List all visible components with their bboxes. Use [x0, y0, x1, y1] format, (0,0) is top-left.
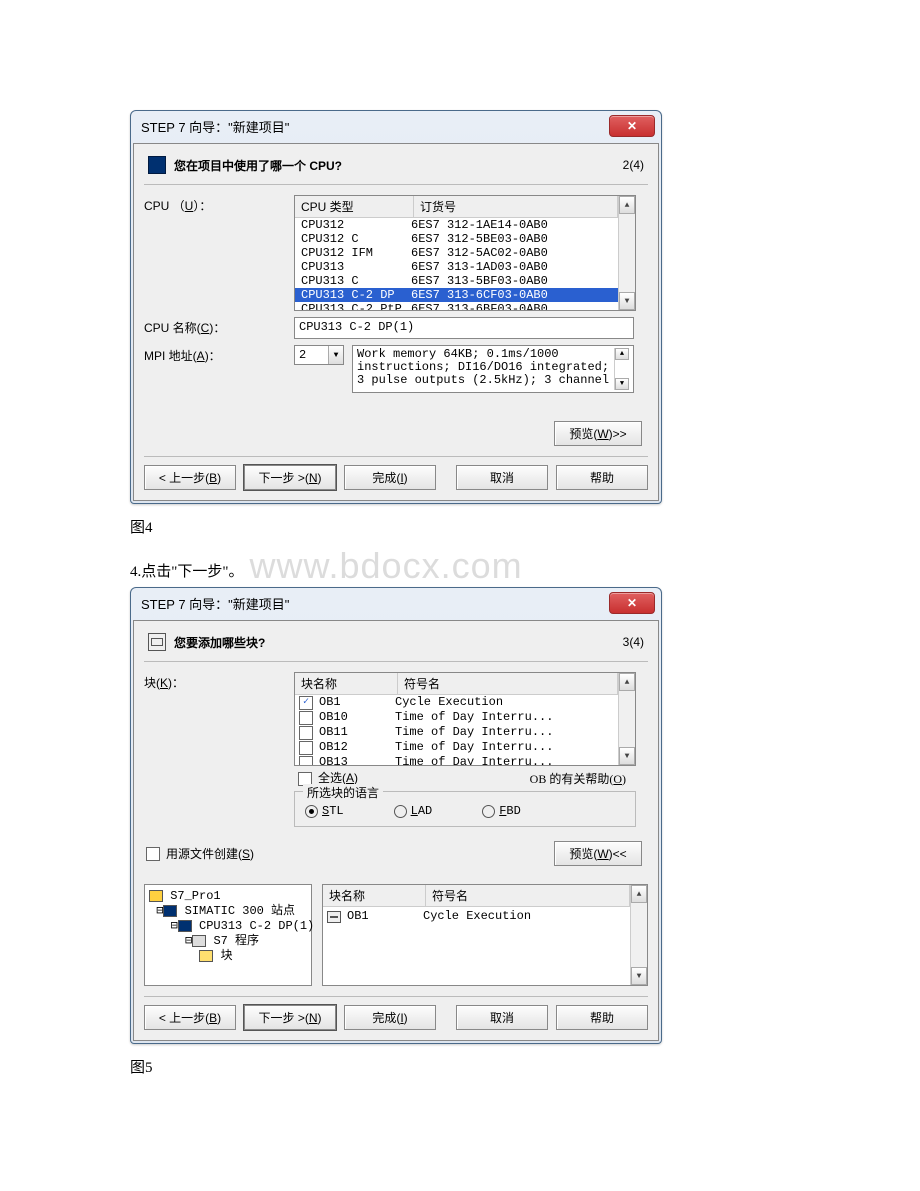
col-block-name: 块名称	[323, 885, 426, 906]
preview-button[interactable]: 预览(W)<<	[554, 841, 642, 866]
col-cpu-type: CPU 类型	[295, 196, 414, 217]
watermark-text: www.bdocx.com	[250, 551, 523, 581]
wizard-dialog-blocks: STEP 7 向导："新建项目" ✕ 您要添加哪些块? 3(4) 块(K)： 块…	[130, 587, 662, 1044]
help-button[interactable]: 帮助	[556, 465, 648, 490]
titlebar: STEP 7 向导："新建项目" ✕	[131, 111, 661, 141]
block-symbol: Cycle Execution	[423, 909, 531, 924]
cpu-list-row[interactable]: CPU313 C6ES7 313-5BF03-0AB0	[295, 274, 618, 288]
desc-scrollbar[interactable]: ▲▼	[614, 348, 629, 390]
mpi-label: MPI 地址(A)：	[144, 345, 294, 393]
cpu-name-input[interactable]: CPU313 C-2 DP(1)	[294, 317, 634, 339]
ob-help-link[interactable]: OB 的有关帮助(O)	[530, 770, 626, 787]
listbox-scrollbar[interactable]: ▲ ▼	[618, 673, 635, 765]
selected-blocks-panel: 块名称 符号名 OB1 Cycle Execution ▲ ▼	[322, 884, 648, 986]
dialog-title: STEP 7 向导："新建项目"	[141, 117, 289, 136]
back-button[interactable]: < 上一步(B)	[144, 1005, 236, 1030]
radio-stl[interactable]: STL	[305, 804, 344, 818]
cpu-list-row[interactable]: CPU3126ES7 312-1AE14-0AB0	[295, 218, 618, 232]
close-button[interactable]: ✕	[609, 592, 655, 614]
radio-lad[interactable]: LAD	[394, 804, 433, 818]
block-list-row[interactable]: OB11Time of Day Interru...	[295, 725, 618, 740]
cpu-description: Work memory 64KB; 0.1ms/1000 instruction…	[352, 345, 634, 393]
block-icon	[327, 911, 341, 923]
cpu-list-row[interactable]: CPU313 C-2 PtP6ES7 313-6BF03-0AB0	[295, 302, 618, 310]
block-list-row[interactable]: ✓OB1Cycle Execution	[295, 695, 618, 710]
project-tree[interactable]: S7_Pro1 ⊟ SIMATIC 300 站点 ⊟ CPU313 C-2 DP…	[144, 884, 312, 986]
blocks-label: 块(K)：	[144, 672, 294, 827]
cpu-icon	[178, 920, 192, 932]
next-button[interactable]: 下一步 >(N)	[244, 1005, 336, 1030]
col-block-name: 块名称	[295, 673, 398, 694]
titlebar: STEP 7 向导："新建项目" ✕	[131, 588, 661, 618]
scroll-up-icon[interactable]: ▲	[619, 673, 635, 691]
block-list-row[interactable]: OB10Time of Day Interru...	[295, 710, 618, 725]
figure-caption-4: 图4	[130, 516, 790, 537]
step-indicator: 2(4)	[623, 158, 644, 172]
mpi-combo[interactable]: 2 ▼	[294, 345, 344, 365]
wizard-dialog-cpu: STEP 7 向导："新建项目" ✕ 您在项目中使用了哪一个 CPU? 2(4)…	[130, 110, 662, 504]
station-icon	[163, 905, 177, 917]
preview-button[interactable]: 预览(W)>>	[554, 421, 642, 446]
help-button[interactable]: 帮助	[556, 1005, 648, 1030]
chevron-down-icon[interactable]: ▼	[328, 346, 343, 364]
dialog-title: STEP 7 向导："新建项目"	[141, 594, 289, 613]
cancel-button[interactable]: 取消	[456, 1005, 548, 1030]
scroll-up-icon[interactable]: ▲	[631, 885, 647, 903]
back-button[interactable]: < 上一步(B)	[144, 465, 236, 490]
block-icon	[148, 633, 166, 651]
wizard-question: 您要添加哪些块?	[174, 634, 265, 651]
cpu-listbox[interactable]: CPU 类型 订货号 CPU3126ES7 312-1AE14-0AB0CPU3…	[294, 195, 636, 311]
close-button[interactable]: ✕	[609, 115, 655, 137]
cpu-name-label: CPU 名称(C)：	[144, 317, 294, 339]
cpu-icon	[148, 156, 166, 174]
next-button[interactable]: 下一步 >(N)	[244, 465, 336, 490]
project-icon	[149, 890, 163, 902]
scroll-down-icon[interactable]: ▼	[631, 967, 647, 985]
listbox-scrollbar[interactable]: ▲ ▼	[630, 885, 647, 985]
scroll-up-icon[interactable]: ▲	[619, 196, 635, 214]
mpi-value: 2	[299, 348, 306, 362]
program-icon	[192, 935, 206, 947]
group-legend: 所选块的语言	[303, 784, 383, 801]
cpu-list-row[interactable]: CPU312 C6ES7 312-5BE03-0AB0	[295, 232, 618, 246]
figure-caption-5: 图5	[130, 1056, 790, 1077]
radio-fbd[interactable]: FBD	[482, 804, 521, 818]
create-source-checkbox[interactable]: 用源文件创建(S)	[146, 845, 254, 862]
folder-icon	[199, 950, 213, 962]
col-symbol: 符号名	[398, 673, 618, 694]
col-symbol: 符号名	[426, 885, 630, 906]
finish-button[interactable]: 完成(I)	[344, 1005, 436, 1030]
language-groupbox: 所选块的语言 STL LAD FBD	[294, 791, 636, 827]
listbox-scrollbar[interactable]: ▲ ▼	[618, 196, 635, 310]
finish-button[interactable]: 完成(I)	[344, 465, 436, 490]
block-list-row[interactable]: OB12Time of Day Interru...	[295, 740, 618, 755]
scroll-down-icon[interactable]: ▼	[619, 747, 635, 765]
scroll-down-icon[interactable]: ▼	[619, 292, 635, 310]
cpu-list-row[interactable]: CPU3136ES7 313-1AD03-0AB0	[295, 260, 618, 274]
step-4-text: 4.点击"下一步"。 www.bdocx.com	[130, 551, 790, 581]
cpu-list-row[interactable]: CPU312 IFM6ES7 312-5AC02-0AB0	[295, 246, 618, 260]
cpu-list-row[interactable]: CPU313 C-2 DP6ES7 313-6CF03-0AB0	[295, 288, 618, 302]
blocks-listbox[interactable]: 块名称 符号名 ✓OB1Cycle ExecutionOB10Time of D…	[294, 672, 636, 766]
step-indicator: 3(4)	[623, 635, 644, 649]
cancel-button[interactable]: 取消	[456, 465, 548, 490]
wizard-question: 您在项目中使用了哪一个 CPU?	[174, 157, 342, 174]
block-name: OB1	[347, 909, 417, 924]
col-order-no: 订货号	[414, 196, 618, 217]
cpu-label: CPU （U）：	[144, 195, 294, 311]
block-list-row[interactable]: OB13Time of Day Interru...	[295, 755, 618, 765]
